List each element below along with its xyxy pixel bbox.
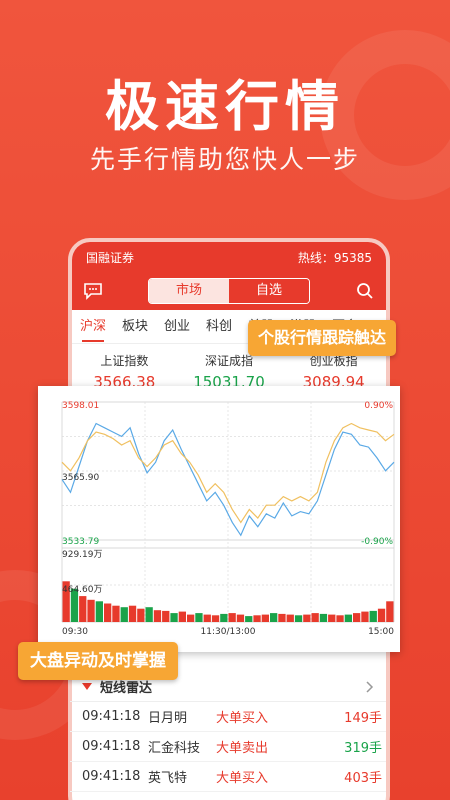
volume-bar <box>294 615 303 622</box>
hotline: 热线：95385 <box>297 250 372 265</box>
short-term-radar: 短线雷达 09:41:18 日月明 大单买入 149手 09:41:18 汇金科… <box>70 672 386 792</box>
volume-bar <box>120 607 128 622</box>
radar-time: 09:41:18 <box>82 769 141 784</box>
volume-bar <box>278 613 286 622</box>
volume-bar <box>170 613 178 622</box>
price-min-label: 3533.79 <box>62 537 99 547</box>
volume-bar <box>286 614 294 622</box>
radar-stock: 日月明 <box>148 711 188 726</box>
volume-bar <box>112 605 120 622</box>
price-max-label: 3598.01 <box>62 401 99 411</box>
volume-mid-label: 464.60万 <box>62 585 103 595</box>
market-segment: 市场 自选 <box>148 278 310 304</box>
intraday-chart: 3598.01 3565.90 3533.79 0.90% -0.90% 929… <box>61 401 395 637</box>
app-bar: 市场 自选 <box>72 272 386 310</box>
volume-bar <box>145 607 153 622</box>
segment-watchlist[interactable]: 自选 <box>229 279 309 303</box>
volume-bar <box>386 601 394 622</box>
volume-bar <box>187 614 195 622</box>
radar-stock: 英飞特 <box>148 771 188 786</box>
index-name: 上证指数 <box>100 354 149 368</box>
radar-stock: 汇金科技 <box>148 741 201 756</box>
chevron-right-icon <box>366 680 374 693</box>
volume-bar <box>319 613 328 622</box>
volume-bar <box>220 613 228 622</box>
radar-action: 大单买入 <box>216 771 269 786</box>
volume-bar <box>253 615 261 622</box>
volume-bar <box>137 608 145 622</box>
callout-stock-tracking: 个股行情跟踪触达 <box>248 320 397 356</box>
radar-row[interactable]: 09:41:18 英飞特 大单买入 403手 <box>70 762 386 792</box>
volume-bar <box>195 613 203 622</box>
intraday-chart-card: 3598.01 3565.90 3533.79 0.90% -0.90% 929… <box>38 386 400 652</box>
time-label-open: 09:30 <box>62 627 88 637</box>
volume-bar <box>203 614 211 622</box>
volume-bar <box>261 614 269 622</box>
volume-bar <box>236 614 245 622</box>
volume-bar <box>104 603 112 622</box>
volume-bar <box>87 599 95 622</box>
volume-bar <box>211 615 220 622</box>
volume-bar <box>344 614 352 622</box>
volume-bar <box>153 610 162 622</box>
banner-subtitle: 先手行情助您快人一步 <box>89 145 360 174</box>
volume-bar <box>311 613 319 622</box>
volume-bar <box>303 614 311 622</box>
radar-row[interactable]: 09:41:18 汇金科技 大单卖出 319手 <box>70 732 386 762</box>
radar-time: 09:41:18 <box>82 709 141 724</box>
message-icon[interactable] <box>82 280 104 302</box>
time-label-close: 15:00 <box>368 627 394 637</box>
callout-market-alert: 大盘异动及时掌握 <box>18 642 178 680</box>
volume-bar <box>369 610 377 622</box>
volume-bar <box>336 615 344 622</box>
tab-shanghai-shenzhen[interactable]: 沪深 <box>80 310 106 344</box>
tab-chinext[interactable]: 创业 <box>164 310 190 344</box>
search-icon[interactable] <box>354 280 376 302</box>
volume-bar <box>245 616 253 622</box>
broker-name: 国融证券 <box>86 250 135 265</box>
pct-max-label: 0.90% <box>364 401 393 411</box>
volume-bar <box>128 605 137 622</box>
radar-row[interactable]: 09:41:18 日月明 大单买入 149手 <box>70 702 386 732</box>
triangle-icon <box>82 683 92 690</box>
volume-bar <box>328 614 336 622</box>
volume-bar <box>95 601 103 622</box>
time-label-mid: 11:30/13:00 <box>201 627 256 637</box>
segment-market[interactable]: 市场 <box>149 279 229 303</box>
radar-qty: 403手 <box>344 771 382 786</box>
volume-bar <box>228 613 236 622</box>
tab-star-market[interactable]: 科创 <box>206 310 232 344</box>
volume-bar <box>377 608 386 622</box>
radar-qty: 149手 <box>344 711 382 726</box>
volume-bar <box>361 611 369 622</box>
banner-title: 极速行情 <box>105 75 345 138</box>
volume-max-label: 929.19万 <box>62 550 103 560</box>
radar-qty: 319手 <box>344 741 382 756</box>
volume-bar <box>79 596 87 622</box>
volume-bar <box>353 613 361 622</box>
price-mid-label: 3565.90 <box>62 473 99 483</box>
volume-bar <box>162 610 170 622</box>
pct-min-label: -0.90% <box>361 537 393 547</box>
radar-time: 09:41:18 <box>82 739 141 754</box>
radar-action: 大单卖出 <box>216 741 269 756</box>
volume-bar <box>178 611 186 622</box>
status-bar: 国融证券 热线：95385 <box>72 242 386 272</box>
radar-action: 大单买入 <box>216 711 269 726</box>
tab-sector[interactable]: 板块 <box>122 310 148 344</box>
volume-bar <box>270 613 278 622</box>
